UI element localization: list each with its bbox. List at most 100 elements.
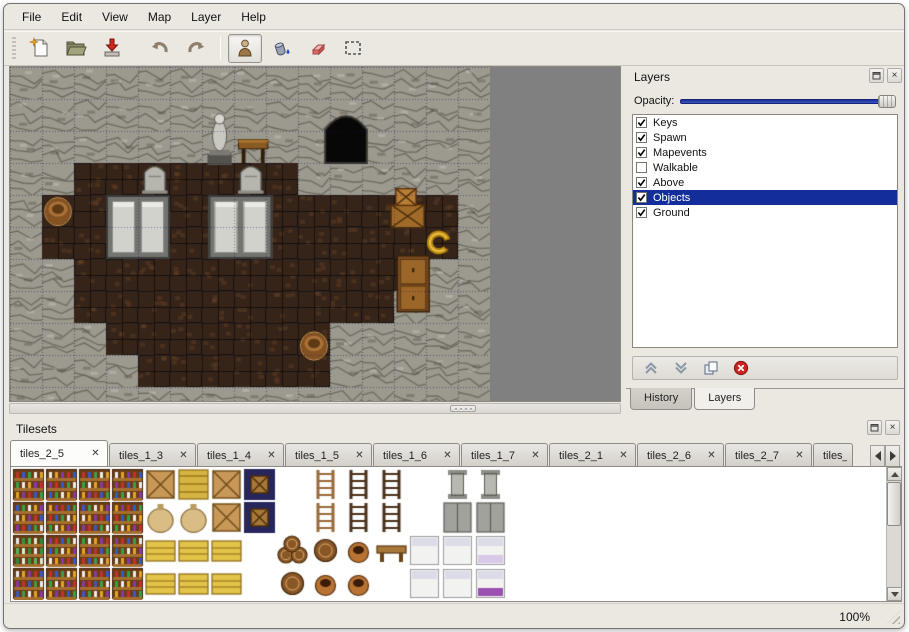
menu-file[interactable]: File xyxy=(12,6,51,28)
fill-tool-button[interactable] xyxy=(264,34,298,63)
tab-layers[interactable]: Layers xyxy=(694,388,755,410)
tileset-tab-bar: tiles_2_5 ✕ tiles_1_3 ✕ tiles_1_4 ✕ tile… xyxy=(10,440,868,467)
select-tool-button[interactable] xyxy=(336,34,370,63)
layer-row-walkable[interactable]: Walkable xyxy=(633,160,897,175)
close-icon[interactable]: ✕ xyxy=(353,449,366,462)
tileset-tab-label: tiles_1_5 xyxy=(295,450,348,462)
menu-map[interactable]: Map xyxy=(138,6,181,28)
tileset-tab[interactable]: tiles_1_3 ✕ xyxy=(109,443,196,467)
duplicate-layer-button[interactable] xyxy=(703,360,719,376)
dock-tab-bar: History Layers xyxy=(630,388,757,410)
menu-edit[interactable]: Edit xyxy=(51,6,92,28)
eraser-tool-button[interactable] xyxy=(300,34,334,63)
layer-visibility-checkbox[interactable] xyxy=(636,117,647,128)
layer-visibility-checkbox[interactable] xyxy=(636,147,647,158)
tab-scroll-buttons xyxy=(870,445,900,467)
tab-scroll-right-icon[interactable] xyxy=(885,445,900,467)
resize-grip[interactable] xyxy=(887,611,900,624)
close-icon[interactable]: ✕ xyxy=(265,449,278,462)
layer-visibility-checkbox[interactable] xyxy=(636,207,647,218)
opacity-slider-track[interactable] xyxy=(680,99,896,104)
redo-button[interactable] xyxy=(179,34,213,63)
layer-row-objects[interactable]: Objects xyxy=(633,190,897,205)
layer-name: Objects xyxy=(653,192,690,204)
stamp-tool-button[interactable] xyxy=(228,34,262,63)
splitter-grip[interactable] xyxy=(450,405,476,412)
tileset-tab[interactable]: tiles_2_1 ✕ xyxy=(549,443,636,467)
opacity-slider-handle[interactable] xyxy=(878,95,896,108)
delete-layer-button[interactable] xyxy=(733,360,749,376)
tileset-tab-label: tiles_1_4 xyxy=(207,450,260,462)
tileset-tab[interactable]: tiles_1_5 ✕ xyxy=(285,443,372,467)
close-icon[interactable]: ✕ xyxy=(89,448,102,461)
tileset-tab-label: tiles_2_6 xyxy=(647,450,700,462)
float-icon[interactable] xyxy=(869,68,884,83)
layer-name: Ground xyxy=(653,207,690,219)
tilesets-panel: Tilesets × tiles_2_5 ✕ tiles_1_3 ✕ tiles… xyxy=(6,418,904,604)
layer-list[interactable]: Keys Spawn Mapevents Walkable Above Obje… xyxy=(632,114,898,348)
open-map-button[interactable] xyxy=(59,34,93,63)
menu-layer[interactable]: Layer xyxy=(181,6,231,28)
layer-visibility-checkbox[interactable] xyxy=(636,192,647,203)
tab-history[interactable]: History xyxy=(630,388,692,410)
toolbar-separator xyxy=(220,36,221,60)
map-tileset-splitter[interactable] xyxy=(9,403,621,414)
close-icon[interactable]: × xyxy=(885,420,900,435)
close-icon[interactable]: ✕ xyxy=(441,449,454,462)
tab-label: Layers xyxy=(708,392,741,404)
select-tool-icon xyxy=(342,37,364,59)
layer-row-mapevents[interactable]: Mapevents xyxy=(633,145,897,160)
map-canvas[interactable] xyxy=(10,67,490,402)
tileset-tab[interactable]: tiles_1_4 ✕ xyxy=(197,443,284,467)
menu-help[interactable]: Help xyxy=(231,6,276,28)
tileset-tab[interactable]: tiles_1_6 ✕ xyxy=(373,443,460,467)
save-map-button[interactable] xyxy=(95,34,129,63)
scroll-down-icon[interactable] xyxy=(887,587,902,601)
close-icon[interactable]: ✕ xyxy=(617,449,630,462)
opacity-slider[interactable] xyxy=(680,94,896,108)
close-icon[interactable]: ✕ xyxy=(529,449,542,462)
layer-name: Above xyxy=(653,177,684,189)
tileset-tab-label: tiles_2_1 xyxy=(559,450,612,462)
close-icon[interactable]: ✕ xyxy=(177,449,190,462)
menu-view[interactable]: View xyxy=(92,6,138,28)
tab-scroll-left-icon[interactable] xyxy=(870,445,885,467)
layers-panel: Layers × Opacity: Keys Spawn xyxy=(626,66,904,414)
new-map-button[interactable] xyxy=(23,34,57,63)
scroll-up-icon[interactable] xyxy=(887,467,902,481)
layer-row-above[interactable]: Above xyxy=(633,175,897,190)
opacity-label: Opacity: xyxy=(634,95,680,107)
layer-row-keys[interactable]: Keys xyxy=(633,115,897,130)
layer-visibility-checkbox[interactable] xyxy=(636,177,647,188)
lower-layer-icon xyxy=(673,360,689,376)
toolbar-grip[interactable] xyxy=(12,37,16,59)
close-icon[interactable]: ✕ xyxy=(705,449,718,462)
layer-row-ground[interactable]: Ground xyxy=(633,205,897,220)
tileset-tab[interactable]: tiles_2_6 ✕ xyxy=(637,443,724,467)
delete-layer-icon xyxy=(733,360,749,376)
close-icon[interactable]: × xyxy=(887,68,902,83)
tileset-tab[interactable]: tiles_ ✕ xyxy=(813,443,853,467)
save-icon xyxy=(101,37,123,59)
layer-row-spawn[interactable]: Spawn xyxy=(633,130,897,145)
tileset-canvas[interactable] xyxy=(12,468,540,600)
layer-visibility-checkbox[interactable] xyxy=(636,162,647,173)
undo-button[interactable] xyxy=(143,34,177,63)
map-view[interactable] xyxy=(9,66,621,402)
open-folder-icon xyxy=(65,37,87,59)
duplicate-layer-icon xyxy=(703,360,719,376)
screen: File Edit View Map Layer Help xyxy=(0,0,909,632)
float-icon[interactable] xyxy=(867,420,882,435)
lower-layer-button[interactable] xyxy=(673,360,689,376)
tileset-tab[interactable]: tiles_1_7 ✕ xyxy=(461,443,548,467)
tileset-content[interactable] xyxy=(10,466,902,602)
layer-visibility-checkbox[interactable] xyxy=(636,132,647,143)
raise-layer-button[interactable] xyxy=(643,360,659,376)
tileset-tab[interactable]: tiles_2_5 ✕ xyxy=(10,440,108,467)
close-icon[interactable]: ✕ xyxy=(793,449,806,462)
check-icon xyxy=(637,193,646,202)
menubar: File Edit View Map Layer Help xyxy=(4,4,904,30)
scrollbar-thumb[interactable] xyxy=(887,482,901,526)
tileset-tab[interactable]: tiles_2_7 ✕ xyxy=(725,443,812,467)
tileset-vertical-scrollbar[interactable] xyxy=(886,467,901,601)
